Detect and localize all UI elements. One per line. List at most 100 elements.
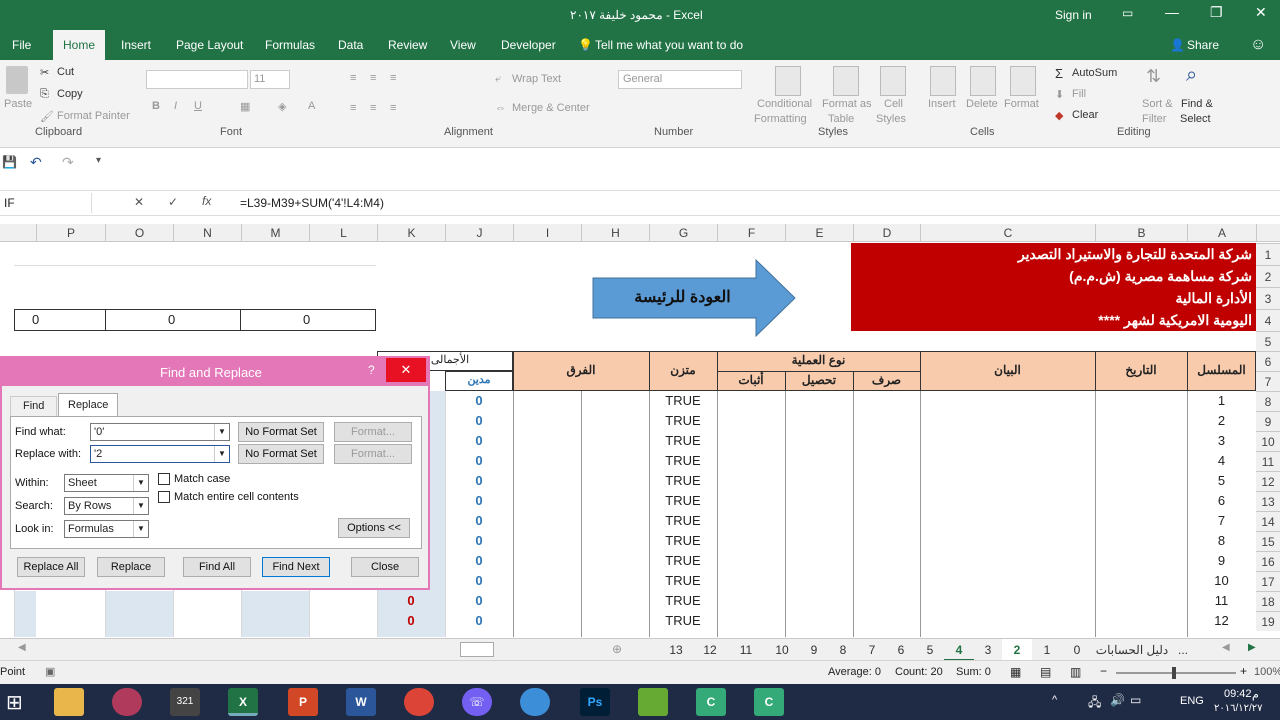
col-header-I[interactable]: I <box>513 224 581 242</box>
page-break-icon[interactable]: ▥ <box>1070 665 1081 679</box>
save-icon[interactable]: 💾 <box>2 155 17 169</box>
fill-button[interactable]: Fill <box>1072 88 1086 100</box>
sheet-tab[interactable]: 2 <box>1002 639 1032 661</box>
font-size-select[interactable]: 11 <box>250 70 290 89</box>
italic-icon[interactable]: I <box>174 100 177 112</box>
col-header-N[interactable]: N <box>173 224 241 242</box>
col-header-G[interactable]: G <box>649 224 717 242</box>
align-top-icon[interactable]: ≡ <box>350 72 356 84</box>
row-header[interactable]: 18 <box>1256 591 1280 611</box>
col-header-J[interactable]: J <box>445 224 513 242</box>
select-all-corner[interactable] <box>1256 224 1280 242</box>
within-select[interactable]: Sheet ▼ <box>64 474 149 492</box>
zoom-out-icon[interactable]: − <box>1100 664 1107 678</box>
autosum-button[interactable]: AutoSum <box>1072 67 1117 79</box>
undo-icon[interactable]: ↶ <box>30 154 42 171</box>
camtasia-recorder-icon[interactable]: C <box>754 688 784 716</box>
sheet-tab[interactable]: 9 <box>800 639 828 661</box>
tab-view[interactable]: View <box>450 30 476 60</box>
format-table-label-2[interactable]: Table <box>828 113 854 125</box>
row-header[interactable]: 12 <box>1256 471 1280 491</box>
zoom-level[interactable]: 100% <box>1254 666 1280 678</box>
function-icon[interactable]: fx <box>202 194 211 208</box>
tell-me-input[interactable]: Tell me what you want to do <box>595 30 743 60</box>
scroll-left-icon[interactable]: ◀ <box>18 642 26 653</box>
cond-format-label-1[interactable]: Conditional <box>757 98 812 110</box>
row-header[interactable]: 5 <box>1256 331 1280 351</box>
redo-icon[interactable]: ↷ <box>62 154 74 171</box>
format-painter-button[interactable]: Format Painter <box>57 110 130 122</box>
camtasia-icon[interactable]: C <box>696 688 726 716</box>
number-format-select[interactable]: General <box>618 70 742 89</box>
col-header-D[interactable]: D <box>853 224 920 242</box>
tab-formulas[interactable]: Formulas <box>265 30 315 60</box>
dialog-close-icon[interactable]: ✕ <box>386 358 426 382</box>
col-header-O[interactable]: O <box>105 224 173 242</box>
sort-filter-label-2[interactable]: Filter <box>1142 113 1166 125</box>
home-button-label[interactable]: العودة للرئيسة <box>600 287 765 307</box>
row-header[interactable]: 7 <box>1256 371 1280 391</box>
powerpoint-icon[interactable]: P <box>288 688 318 716</box>
tab-scroll-right-icon[interactable]: ▶ <box>1248 642 1256 653</box>
row-header[interactable]: 6 <box>1256 351 1280 371</box>
share-button[interactable]: Share <box>1187 30 1219 60</box>
align-left-icon[interactable]: ≡ <box>350 102 356 114</box>
sheet-tab[interactable]: 11 <box>728 639 764 661</box>
tab-insert[interactable]: Insert <box>121 30 151 60</box>
col-header-C[interactable]: C <box>920 224 1095 242</box>
battery-icon[interactable]: ▭ <box>1130 693 1141 707</box>
align-right-icon[interactable]: ≡ <box>390 102 396 114</box>
tab-home[interactable]: Home <box>53 30 106 60</box>
tab-find[interactable]: Find <box>10 396 58 416</box>
options-button[interactable]: Options << <box>338 518 410 538</box>
sheet-tab[interactable]: 6 <box>886 639 916 661</box>
chevron-down-icon[interactable]: ▼ <box>214 424 229 440</box>
col-header-E[interactable]: E <box>785 224 853 242</box>
font-color-icon[interactable]: A <box>308 100 315 112</box>
row-header[interactable]: 17 <box>1256 571 1280 591</box>
sheet-tab[interactable]: 12 <box>692 639 728 661</box>
tab-file[interactable]: File <box>12 30 31 60</box>
network-icon[interactable]: 🖧 <box>1088 693 1101 714</box>
find-select-label-1[interactable]: Find & <box>1181 98 1213 110</box>
sheet-tab[interactable]: 1 <box>1032 639 1062 661</box>
col-header-M[interactable]: M <box>241 224 309 242</box>
row-header[interactable]: 4 <box>1256 309 1280 331</box>
cond-format-label-2[interactable]: Formatting <box>754 113 807 125</box>
delete-cells-button[interactable]: Delete <box>966 98 998 110</box>
add-sheet-icon[interactable]: ⊕ <box>612 642 622 656</box>
tab-developer[interactable]: Developer <box>501 30 556 60</box>
find-next-button[interactable]: Find Next <box>262 557 330 577</box>
cancel-icon[interactable]: ✕ <box>134 195 144 209</box>
find-format-button[interactable]: Format... <box>334 422 412 442</box>
tray-up-icon[interactable]: ^ <box>1052 694 1057 706</box>
sheet-tab[interactable]: 10 <box>764 639 800 661</box>
paste-icon[interactable] <box>6 66 28 94</box>
sheet-tab[interactable]: 5 <box>916 639 944 661</box>
row-header[interactable]: 11 <box>1256 451 1280 471</box>
row-header[interactable]: 9 <box>1256 411 1280 431</box>
clock-time[interactable]: 09:42 <box>1224 688 1252 700</box>
macro-record-icon[interactable]: ▣ <box>45 665 55 678</box>
ribbon-display-icon[interactable]: ▭ <box>1122 6 1133 20</box>
clear-button[interactable]: Clear <box>1072 109 1098 121</box>
col-header-H[interactable]: H <box>581 224 649 242</box>
smiley-icon[interactable]: ☺ <box>1250 30 1266 60</box>
windows-start-icon[interactable]: ⊞ <box>6 690 23 715</box>
format-table-label-1[interactable]: Format as <box>822 98 872 110</box>
file-explorer-icon[interactable] <box>54 688 84 716</box>
sheet-tab[interactable]: 0 <box>1062 639 1092 661</box>
underline-icon[interactable]: U <box>194 100 202 112</box>
replace-with-input[interactable]: '2 ▼ <box>90 445 230 463</box>
align-center-icon[interactable]: ≡ <box>370 102 376 114</box>
tab-page-layout[interactable]: Page Layout <box>176 30 243 60</box>
cell-styles-label-1[interactable]: Cell <box>884 98 903 110</box>
chevron-down-icon[interactable]: ▼ <box>214 446 229 462</box>
col-header-P[interactable]: P <box>36 224 105 242</box>
sort-filter-label-1[interactable]: Sort & <box>1142 98 1173 110</box>
sheet-tab[interactable]: 13 <box>660 639 692 661</box>
video-app-icon[interactable]: 321 <box>170 688 200 716</box>
cut-button[interactable]: Cut <box>57 66 74 78</box>
cell-styles-label-2[interactable]: Styles <box>876 113 906 125</box>
minimize-icon[interactable]: — <box>1165 4 1179 20</box>
